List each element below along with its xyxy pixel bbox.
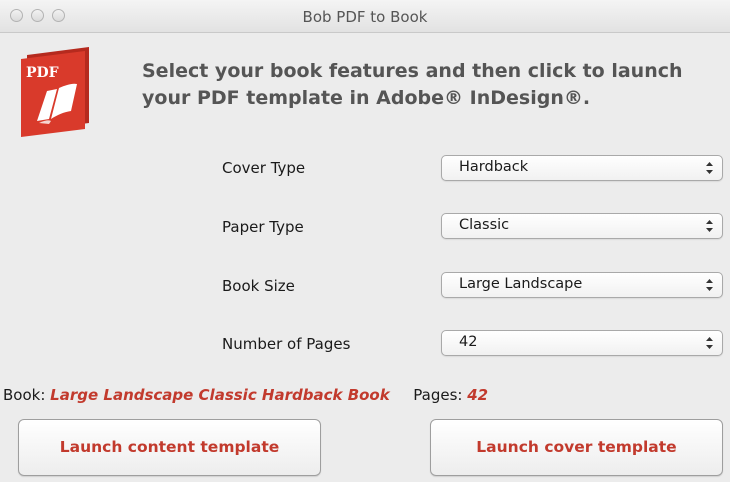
up-down-arrows-icon: [706, 337, 713, 349]
pages-summary-label: Pages:: [413, 386, 463, 404]
cover-type-value: Hardback: [459, 159, 529, 175]
up-down-arrows-icon: [706, 220, 713, 232]
paper-type-label: Paper Type: [222, 218, 304, 236]
number-of-pages-label: Number of Pages: [222, 335, 351, 353]
pdf-book-logo-icon: PDF: [21, 47, 89, 137]
up-down-arrows-icon: [706, 279, 713, 291]
number-of-pages-value: 42: [459, 334, 478, 350]
book-size-value: Large Landscape: [459, 276, 583, 292]
book-size-label: Book Size: [222, 277, 295, 295]
paper-type-select[interactable]: Classic: [441, 213, 723, 239]
instructions-heading: Select your book features and then click…: [142, 60, 683, 109]
book-summary-label: Book:: [3, 386, 46, 404]
cover-type-select[interactable]: Hardback: [441, 155, 723, 181]
launch-cover-template-button[interactable]: Launch cover template: [430, 419, 723, 476]
book-size-select[interactable]: Large Landscape: [441, 272, 723, 298]
launch-content-template-button[interactable]: Launch content template: [18, 419, 321, 476]
logo-text: PDF: [26, 65, 59, 81]
cover-type-label: Cover Type: [222, 159, 306, 177]
title-bar: Bob PDF to Book: [0, 0, 730, 33]
window-title: Bob PDF to Book: [302, 8, 428, 26]
number-of-pages-select[interactable]: 42: [441, 330, 723, 356]
book-summary-value: Large Landscape Classic Hardback Book: [50, 386, 390, 404]
paper-type-value: Classic: [459, 217, 510, 233]
pages-summary-value: 42: [467, 386, 489, 404]
up-down-arrows-icon: [706, 162, 713, 174]
book-summary: Book: Large Landscape Classic Hardback B…: [3, 386, 488, 404]
app-window: Bob PDF to Book PDF Select your book fea…: [0, 0, 730, 482]
